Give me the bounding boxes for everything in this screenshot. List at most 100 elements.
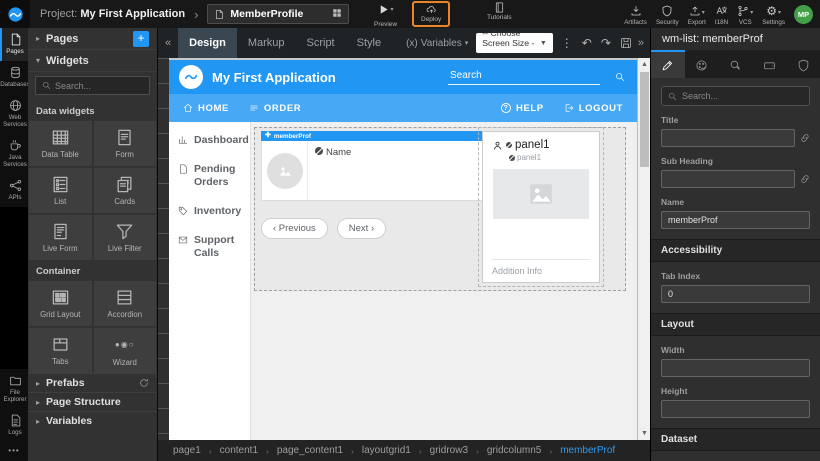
bind-link-icon[interactable]: [800, 133, 810, 143]
deploy-button[interactable]: Deploy: [412, 1, 450, 27]
security-button[interactable]: Security: [656, 2, 679, 26]
widget-tile-accordion[interactable]: Accordion: [94, 281, 157, 326]
variables-section[interactable]: ▸ Variables: [28, 411, 157, 430]
breadcrumb-page1[interactable]: page1: [173, 445, 201, 456]
rail-item-databases[interactable]: Databases: [0, 61, 28, 94]
height-input[interactable]: [661, 400, 810, 418]
bind-link-icon[interactable]: [800, 174, 810, 184]
breadcrumb-gridcolumn5[interactable]: gridcolumn5: [487, 445, 541, 456]
next-button[interactable]: Next ›: [337, 218, 386, 239]
undo-button[interactable]: ↶: [582, 36, 592, 50]
panel1-widget[interactable]: panel1 panel1 Addition Info: [482, 131, 600, 283]
widget-tile-form[interactable]: Form: [94, 121, 157, 166]
breadcrumb-page-content1[interactable]: page_content1: [277, 445, 343, 456]
tab-properties[interactable]: [651, 50, 685, 78]
i18n-button[interactable]: I18N: [715, 2, 728, 26]
menu-item-inventory[interactable]: Inventory: [178, 205, 241, 218]
breadcrumb-memberprof[interactable]: memberProf: [560, 445, 615, 456]
breadcrumb-layoutgrid1[interactable]: layoutgrid1: [362, 445, 411, 456]
canvas-scrollbar[interactable]: ▲ ▼: [637, 58, 650, 440]
widget-tile-cards[interactable]: Cards: [94, 168, 157, 213]
preview-button[interactable]: ▾ Preview: [374, 2, 397, 28]
rail-item-apis[interactable]: APIs: [0, 174, 28, 207]
nav-item-logout[interactable]: LOGOUT: [564, 103, 623, 114]
properties-search[interactable]: [661, 86, 810, 106]
screen-size-select[interactable]: -- Choose Screen Size -- ▼: [476, 33, 553, 53]
redo-button[interactable]: ↷: [601, 36, 611, 50]
panel-header[interactable]: panel1: [492, 139, 590, 151]
settings-button[interactable]: ⚙▾ Settings: [762, 2, 785, 26]
rail-more-button[interactable]: •••: [0, 442, 28, 461]
widget-tile-wizard[interactable]: ●◉○ Wizard: [94, 328, 157, 373]
vcs-button[interactable]: ▾ VCS: [737, 2, 753, 26]
scrollbar-thumb[interactable]: [640, 72, 649, 167]
tab-design[interactable]: Design: [178, 28, 237, 58]
menu-item-support-calls[interactable]: Support Calls: [178, 234, 241, 260]
app-body: Dashboard Pending Orders Inventory: [169, 122, 637, 440]
member-list-widget[interactable]: ✚ memberProf Name: [261, 131, 489, 239]
rail-item-file-explorer[interactable]: File Explorer: [0, 369, 28, 409]
user-avatar[interactable]: MP: [794, 5, 813, 24]
branch-icon: [737, 5, 749, 17]
tab-index-input[interactable]: [661, 285, 810, 303]
widgets-section-header[interactable]: ▾ Widgets: [28, 50, 157, 72]
app-search-field[interactable]: Search: [448, 70, 600, 85]
move-icon[interactable]: ✚: [265, 132, 271, 140]
breadcrumb-content1[interactable]: content1: [220, 445, 258, 456]
prefabs-section[interactable]: ▸ Prefabs: [28, 373, 157, 392]
tab-markup[interactable]: Markup: [237, 28, 296, 58]
nav-item-home[interactable]: HOME: [183, 103, 229, 114]
page-selector[interactable]: MemberProfile: [207, 4, 349, 24]
tab-security[interactable]: [786, 50, 820, 78]
properties-search-input[interactable]: [682, 91, 803, 101]
add-page-button[interactable]: +: [133, 31, 149, 47]
widget-tile-tabs[interactable]: Tabs: [29, 328, 92, 373]
collapse-right-panel-button[interactable]: »: [632, 37, 650, 49]
pages-section-header[interactable]: ▸ Pages +: [28, 28, 157, 50]
widget-breadcrumb: page1› content1› page_content1› layoutgr…: [158, 440, 650, 461]
export-button[interactable]: ▾ Export: [688, 2, 706, 26]
artifacts-button[interactable]: Artifacts: [624, 2, 647, 26]
page-grid-icon[interactable]: [332, 5, 342, 23]
title-input[interactable]: [661, 129, 795, 147]
rail-item-java-services[interactable]: Java Services: [0, 134, 28, 174]
more-options-button[interactable]: ⋮: [561, 36, 573, 50]
rail-item-logs[interactable]: Logs: [0, 409, 28, 442]
sub-heading-input[interactable]: [661, 170, 795, 188]
app-search-icon[interactable]: [615, 72, 625, 82]
previous-button[interactable]: ‹ Previous: [261, 218, 328, 239]
widget-search-input[interactable]: [55, 81, 143, 91]
tab-style[interactable]: Style: [346, 28, 392, 58]
widget-selection-bar[interactable]: ✚ memberProf: [261, 131, 489, 141]
widget-tile-grid-layout[interactable]: Grid Layout: [29, 281, 92, 326]
widget-tile-live-form[interactable]: Live Form: [29, 215, 92, 260]
rail-item-web-services[interactable]: Web Services: [0, 94, 28, 134]
tab-styles[interactable]: [685, 50, 719, 78]
list-item-name[interactable]: Name: [308, 141, 358, 200]
menu-item-pending-orders[interactable]: Pending Orders: [178, 163, 241, 189]
list-item-template[interactable]: Name: [261, 141, 489, 201]
menu-item-dashboard[interactable]: Dashboard: [178, 134, 241, 147]
selected-grid-column[interactable]: ✚ memberProf Name: [254, 127, 626, 291]
nav-item-help[interactable]: ? HELP: [501, 103, 544, 114]
tab-script[interactable]: Script: [296, 28, 346, 58]
widget-tile-list[interactable]: List: [29, 168, 92, 213]
logout-icon: [564, 103, 574, 113]
wavemaker-logo-icon[interactable]: [0, 0, 30, 28]
widget-search[interactable]: [35, 76, 150, 95]
name-input[interactable]: [661, 211, 810, 229]
tab-events[interactable]: [719, 50, 753, 78]
page-structure-section[interactable]: ▸ Page Structure: [28, 392, 157, 411]
variables-dropdown[interactable]: (x) Variables ▾: [406, 38, 468, 49]
breadcrumb-gridrow3[interactable]: gridrow3: [430, 445, 468, 456]
rail-item-pages[interactable]: Pages: [0, 28, 28, 61]
collapse-left-panel-button[interactable]: «: [158, 37, 178, 49]
width-input[interactable]: [661, 359, 810, 377]
widget-tile-live-filter[interactable]: Live Filter: [94, 215, 157, 260]
refresh-icon[interactable]: [139, 378, 149, 388]
tutorials-button[interactable]: Tutorials: [487, 2, 512, 21]
save-button[interactable]: [620, 37, 632, 49]
nav-item-order[interactable]: ORDER: [249, 103, 301, 114]
widget-tile-data-table[interactable]: Data Table: [29, 121, 92, 166]
tab-devices[interactable]: [752, 50, 786, 78]
